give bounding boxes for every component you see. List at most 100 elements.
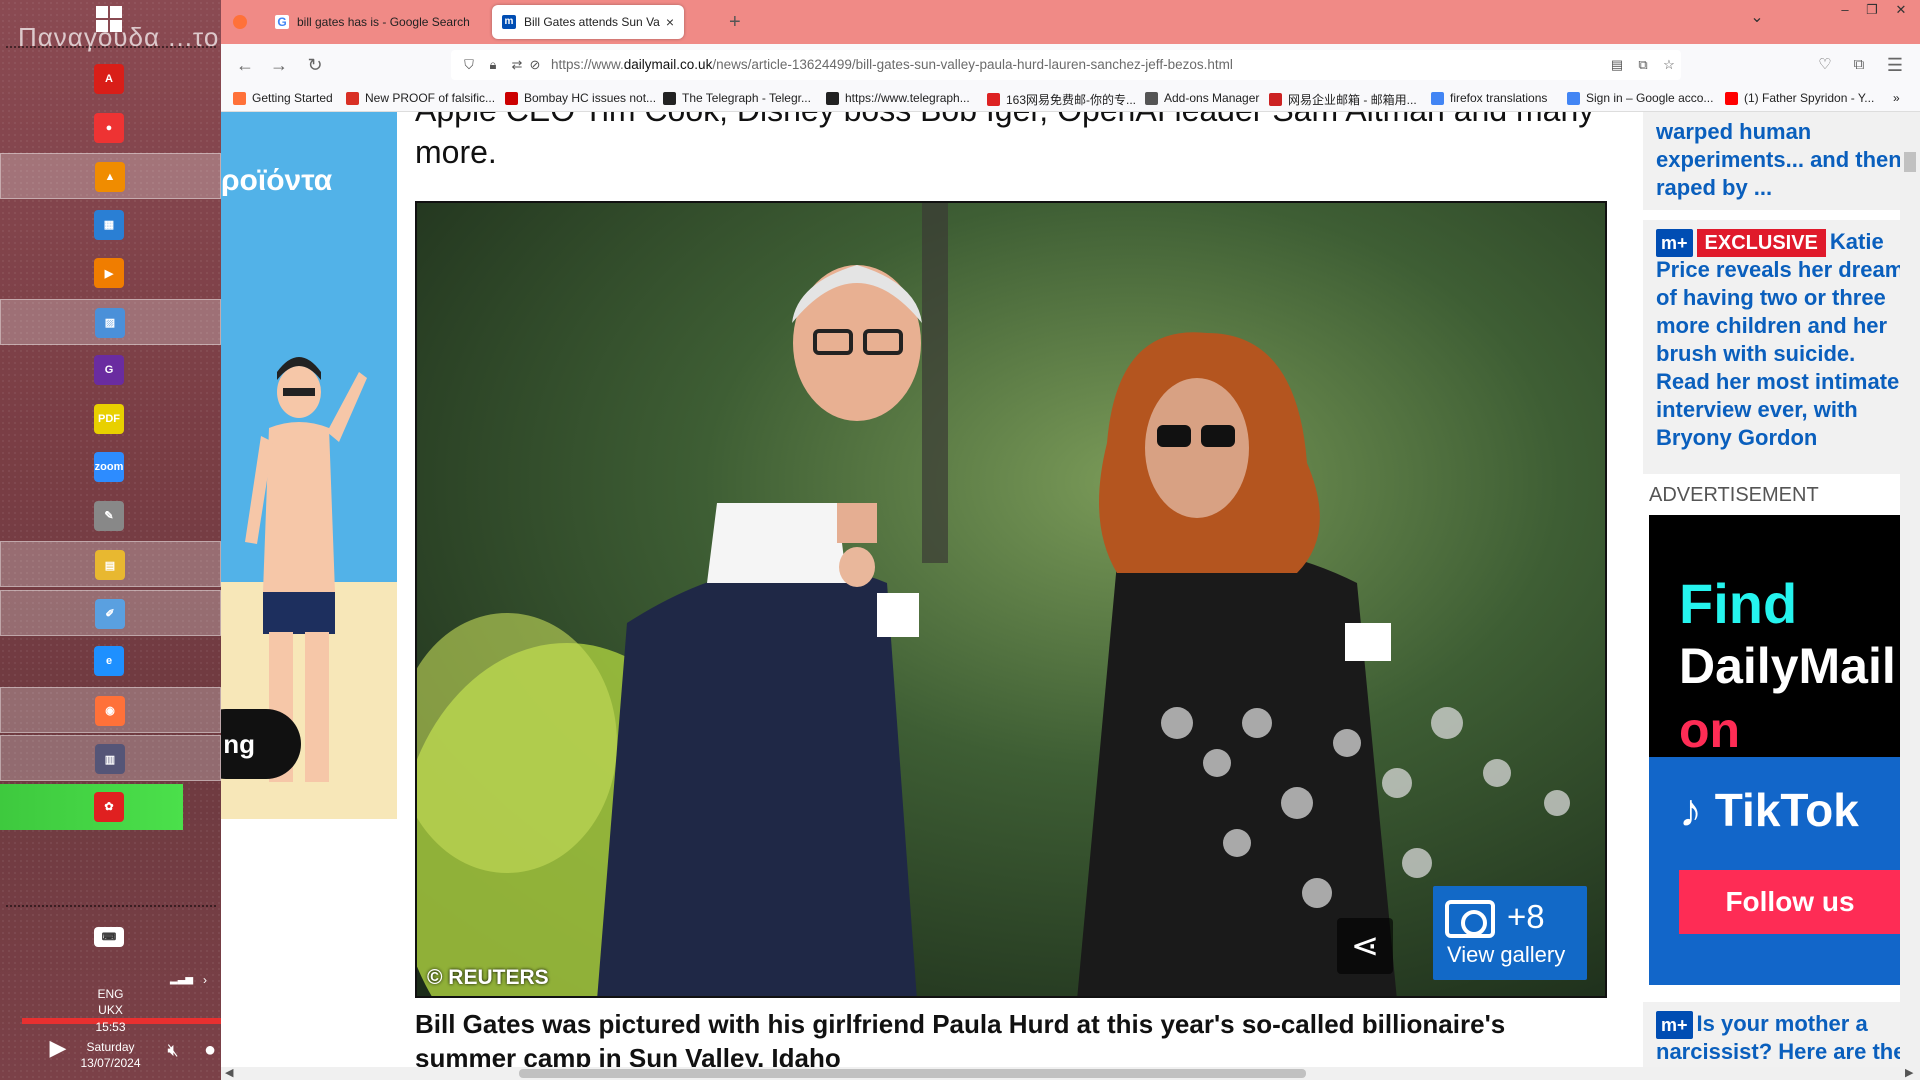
story-headline[interactable]: Bryony Gordon	[1656, 424, 1817, 452]
sidebar-story-card[interactable]: m+ Is your mother a narcissist? Here are …	[1643, 1002, 1905, 1067]
bookmark-item[interactable]: Add-ons Manager	[1145, 91, 1259, 105]
story-headline[interactable]: interview ever, with	[1656, 396, 1858, 424]
taskbar-item[interactable]: ▥	[0, 735, 221, 781]
taskbar-item[interactable]: zoom	[0, 444, 221, 490]
share-icon[interactable]: ⋖	[1337, 918, 1393, 974]
picture-in-picture-icon[interactable]: ⧉	[1635, 57, 1651, 73]
story-headline[interactable]: of having two or three	[1656, 284, 1886, 312]
story-headline[interactable]: raped by ...	[1656, 174, 1772, 202]
ad-greek-text: ροϊόντα	[221, 164, 333, 197]
taskbar-item[interactable]: ▤	[0, 541, 221, 587]
taskbar-title: Παναγουδα ...το	[18, 22, 220, 52]
story-headline[interactable]: narcissist? Here are the	[1656, 1038, 1905, 1066]
story-headline[interactable]: m+ Is your mother a	[1656, 1010, 1868, 1039]
image-viewer-icon: ▨	[95, 307, 125, 338]
clock-time[interactable]: 15:53	[0, 1019, 221, 1035]
scroll-left-arrow-icon[interactable]: ◀	[225, 1067, 233, 1080]
follow-us-button[interactable]: Follow us	[1679, 870, 1901, 934]
forward-arrow-icon[interactable]: →	[267, 53, 291, 77]
bookmark-item[interactable]: New PROOF of falsific...	[346, 91, 495, 105]
firefox-menu-icon[interactable]	[229, 5, 255, 39]
dailymail-icon: m	[502, 15, 516, 29]
permissions-icon[interactable]: ⇄	[509, 57, 525, 73]
lock-icon[interactable]: 🔒︎	[485, 57, 501, 73]
bookmark-item[interactable]: firefox translations	[1431, 91, 1547, 105]
horizontal-scroll-thumb[interactable]	[519, 1069, 1306, 1078]
new-tab-button[interactable]: +	[719, 5, 749, 39]
bookmark-item[interactable]: Bombay HC issues not...	[505, 91, 656, 105]
pocket-icon[interactable]: ♡	[1813, 53, 1837, 77]
taskbar-item[interactable]: A	[0, 56, 221, 102]
ad-pill-button[interactable]: ng	[221, 709, 301, 779]
article-body: Apple CEO Tim Cook, Disney boss Bob Iger…	[415, 112, 1635, 1067]
reload-icon[interactable]: ↻	[303, 53, 327, 77]
article-photo[interactable]: © REUTERS ⋖ +8 View gallery	[415, 201, 1607, 998]
bookmark-item[interactable]: (1) Father Spyridon - Y...	[1725, 91, 1874, 105]
app-menu-icon[interactable]: ☰	[1883, 53, 1907, 77]
taskbar-item[interactable]: PDF	[0, 396, 221, 442]
record-icon[interactable]: ●	[198, 1040, 221, 1060]
bookmark-item[interactable]: Getting Started	[233, 91, 333, 105]
taskbar-item[interactable]: e	[0, 638, 221, 684]
taskbar-item[interactable]: ◉	[0, 686, 221, 733]
url-bar[interactable]: ⛉ 🔒︎ ⇄ ⊘ https://www.dailymail.co.uk/new…	[451, 50, 1681, 80]
scroll-right-arrow-icon[interactable]: ▶	[1905, 1067, 1913, 1080]
extensions-icon[interactable]: ⧉	[1847, 53, 1871, 77]
autoplay-blocked-icon[interactable]: ⊘	[527, 57, 543, 73]
bookmark-item[interactable]: 网易企业邮箱 - 邮箱用...	[1269, 91, 1417, 108]
gpdf-icon: G	[94, 355, 124, 385]
gallery-label: View gallery	[1447, 942, 1566, 967]
back-arrow-icon[interactable]: ←	[233, 53, 257, 77]
url-text[interactable]: https://www.dailymail.co.uk/news/article…	[551, 57, 1233, 72]
vertical-scroll-thumb[interactable]	[1904, 152, 1916, 172]
tab-close-icon[interactable]: ×	[666, 14, 674, 30]
tab-title: bill gates has is - Google Search	[297, 15, 470, 29]
vertical-scrollbar[interactable]	[1900, 112, 1920, 1067]
story-headline[interactable]: brush with suicide.	[1656, 340, 1855, 368]
mute-icon[interactable]: 🔇︎	[160, 1041, 186, 1059]
tab-dailymail[interactable]: m Bill Gates attends Sun Valley wit ×	[492, 5, 684, 39]
sidebar-story-card[interactable]: warped human experiments... and then rap…	[1643, 112, 1902, 210]
taskbar-item[interactable]: ●	[0, 105, 221, 151]
tiktok-advertisement[interactable]: Find DailyMail on ♪ TikTok Follow us	[1649, 515, 1901, 985]
taskbar-item[interactable]: ✎	[0, 493, 221, 539]
tab-google-search[interactable]: G bill gates has is - Google Search ×	[265, 5, 473, 39]
story-headline[interactable]: m+ EXCLUSIVE Katie	[1656, 228, 1884, 257]
reader-view-icon[interactable]: ▤	[1609, 57, 1625, 73]
keyboard-layout-indicator[interactable]: UKX	[0, 1002, 221, 1018]
language-indicator[interactable]: ENG	[0, 986, 221, 1002]
story-headline[interactable]: warped human	[1656, 118, 1811, 146]
clock-date: 13/07/2024	[80, 1056, 141, 1070]
bookmark-item[interactable]: https://www.telegraph...	[826, 91, 970, 105]
sidebar-story-card[interactable]: m+ EXCLUSIVE Katie Price reveals her dream…	[1643, 220, 1904, 474]
play-icon[interactable]: ▶	[46, 1037, 70, 1059]
tab-list-chevron-icon[interactable]: ⌄	[1743, 8, 1771, 28]
taskbar-item[interactable]: ▦	[0, 202, 221, 248]
keyboard-icon[interactable]: ⌨	[94, 927, 124, 947]
story-headline[interactable]: Price reveals her dream	[1656, 256, 1904, 284]
internet-explorer-icon: e	[94, 646, 124, 676]
taskbar-item[interactable]: ✐	[0, 589, 221, 636]
tracking-shield-icon[interactable]: ⛉	[461, 57, 477, 73]
taskbar-item[interactable]: ▲	[0, 153, 221, 199]
view-gallery-button[interactable]: +8 View gallery	[1433, 886, 1587, 980]
close-window-button[interactable]: ✕	[1887, 0, 1915, 20]
bookmarks-overflow-icon[interactable]: »	[1893, 91, 1900, 105]
story-headline[interactable]: more children and her	[1656, 312, 1887, 340]
left-advertisement[interactable]: ροϊόντα ng	[221, 112, 397, 819]
bookmark-star-icon[interactable]: ☆	[1661, 57, 1677, 73]
bookmark-item[interactable]: The Telegraph - Telegr...	[663, 91, 811, 105]
bookmark-item[interactable]: 163网易免费邮-你的专...	[987, 91, 1136, 108]
taskbar-item[interactable]: ▶	[0, 250, 221, 296]
restore-button[interactable]: ❐	[1858, 0, 1886, 20]
story-headline[interactable]: Read her most intimate	[1656, 368, 1899, 396]
taskbar-item[interactable]: G	[0, 347, 221, 393]
bookmark-item[interactable]: Sign in – Google acco...	[1567, 91, 1713, 105]
story-headline[interactable]: experiments... and then	[1656, 146, 1902, 174]
horizontal-scrollbar[interactable]: ◀ ▶	[221, 1067, 1920, 1080]
minimize-button[interactable]: –	[1831, 0, 1859, 20]
bookmark-favicon-icon	[1269, 93, 1282, 106]
taskbar-item[interactable]: ▨	[0, 298, 221, 345]
camera-icon	[1445, 900, 1495, 938]
taskbar-item[interactable]: ✿	[0, 783, 183, 830]
